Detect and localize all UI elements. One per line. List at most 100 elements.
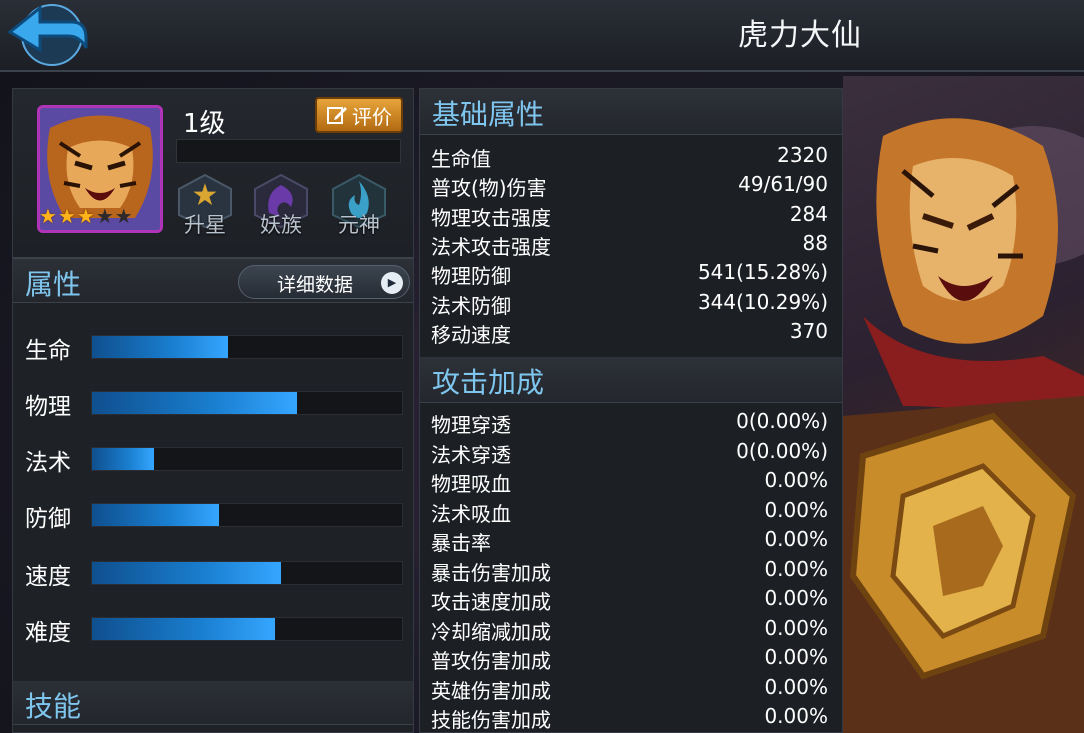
rate-button[interactable]: 评价 bbox=[315, 97, 403, 133]
stat-row: 法术防御 344(10.29%) bbox=[420, 288, 842, 318]
attack-bonus-header: 攻击加成 bbox=[420, 357, 842, 403]
rate-button-label: 评价 bbox=[352, 104, 392, 129]
stat-row: 物理穿透 0(0.00%) bbox=[420, 407, 842, 437]
stat-name: 攻击速度加成 bbox=[431, 590, 551, 614]
svg-text:★: ★ bbox=[192, 178, 219, 213]
attribute-bar bbox=[91, 561, 403, 585]
play-arrow-icon: ▶ bbox=[381, 272, 403, 294]
top-bar: 虎力大仙 bbox=[0, 0, 1084, 72]
edit-icon bbox=[327, 107, 347, 124]
skills-header[interactable]: 技能 bbox=[13, 681, 413, 725]
star-icon: ★ bbox=[57, 204, 76, 228]
hero-card: ★ ★ ★ ★ ★ 1级 评价 ★ 升星 妖族 元神 bbox=[13, 89, 413, 259]
stat-value: 0.00% bbox=[764, 645, 828, 669]
stat-value: 0.00% bbox=[764, 527, 828, 551]
stat-row: 冷却缩减加成 0.00% bbox=[420, 614, 842, 644]
stat-name: 物理吸血 bbox=[431, 472, 511, 496]
stat-row: 法术攻击强度 88 bbox=[420, 229, 842, 259]
attribute-label: 生命 bbox=[25, 338, 71, 364]
left-panel: ★ ★ ★ ★ ★ 1级 评价 ★ 升星 妖族 元神 属性 详细数据 ▶ 生命 … bbox=[12, 88, 414, 733]
spirit-button[interactable]: 元神 bbox=[327, 173, 391, 239]
stat-name: 物理攻击强度 bbox=[431, 205, 551, 230]
stat-name: 生命值 bbox=[431, 147, 491, 171]
star-empty-icon: ★ bbox=[95, 204, 114, 228]
stat-value: 284 bbox=[789, 201, 828, 226]
attribute-bar bbox=[91, 391, 403, 415]
star-empty-icon: ★ bbox=[114, 204, 133, 228]
attribute-bar-fill bbox=[92, 618, 275, 640]
basic-stats-title: 基础属性 bbox=[432, 98, 545, 131]
stat-row: 暴击伤害加成 0.00% bbox=[420, 555, 842, 585]
demon-clan-button[interactable]: 妖族 bbox=[249, 173, 313, 239]
attribute-bar bbox=[91, 503, 403, 527]
attribute-bar-fill bbox=[92, 504, 220, 526]
stat-name: 普攻(物)伤害 bbox=[431, 176, 547, 201]
experience-bar bbox=[176, 139, 401, 163]
stat-value: 0.00% bbox=[764, 556, 828, 581]
stat-row: 攻击速度加成 0.00% bbox=[420, 584, 842, 614]
stat-row: 英雄伤害加成 0.00% bbox=[420, 673, 842, 703]
stat-value: 0.00% bbox=[764, 615, 828, 640]
attribute-bar-fill bbox=[92, 448, 154, 470]
detail-data-button[interactable]: 详细数据 ▶ bbox=[238, 265, 410, 299]
attribute-bar bbox=[91, 335, 403, 359]
stats-panel: 基础属性 生命值 2320 普攻(物)伤害 49/61/90 物理攻击强度 284 法术攻击… bbox=[419, 88, 843, 733]
star-icon: ★ bbox=[39, 204, 57, 228]
stat-value: 0.00% bbox=[764, 674, 828, 699]
attribute-label: 速度 bbox=[25, 564, 71, 590]
stat-row: 法术吸血 0.00% bbox=[420, 496, 842, 526]
stat-name: 暴击率 bbox=[431, 531, 491, 555]
stat-name: 法术吸血 bbox=[431, 501, 511, 526]
attribute-bar bbox=[91, 617, 403, 641]
stat-value: 0.00% bbox=[764, 704, 828, 728]
spirit-label: 元神 bbox=[338, 213, 380, 237]
stat-value: 370 bbox=[789, 318, 828, 343]
stat-name: 技能伤害加成 bbox=[431, 708, 551, 732]
stat-row: 技能伤害加成 0.00% bbox=[420, 702, 842, 732]
attribute-bar-fill bbox=[92, 392, 297, 414]
stat-value: 0.00% bbox=[764, 586, 828, 610]
star-icon: ★ bbox=[76, 204, 95, 228]
attribute-row-magic: 法术 bbox=[13, 437, 413, 477]
stat-row: 暴击率 0.00% bbox=[420, 525, 842, 555]
stat-value: 88 bbox=[802, 230, 828, 255]
detail-data-label: 详细数据 bbox=[277, 274, 354, 296]
hero-name-title: 虎力大仙 bbox=[738, 18, 862, 53]
attribute-row-defense: 防御 bbox=[13, 493, 413, 533]
stat-name: 冷却缩减加成 bbox=[431, 619, 551, 644]
stat-name: 物理防御 bbox=[431, 264, 511, 289]
attribute-label: 难度 bbox=[25, 620, 71, 646]
stat-value: 344(10.29%) bbox=[697, 289, 828, 314]
stat-row: 生命值 2320 bbox=[420, 141, 842, 171]
attribute-bar-fill bbox=[92, 336, 229, 358]
stat-row: 物理攻击强度 284 bbox=[420, 200, 842, 230]
stat-row: 普攻伤害加成 0.00% bbox=[420, 643, 842, 673]
back-arrow-icon bbox=[7, 4, 88, 66]
attribute-bar-fill bbox=[92, 562, 282, 584]
star-rating: ★ ★ ★ ★ ★ bbox=[39, 205, 133, 227]
star-upgrade-button[interactable]: ★ 升星 bbox=[173, 173, 237, 239]
stat-name: 法术攻击强度 bbox=[431, 234, 551, 259]
attribute-row-physical: 物理 bbox=[13, 381, 413, 421]
attribute-label: 物理 bbox=[25, 394, 71, 420]
stat-name: 法术穿透 bbox=[431, 442, 511, 467]
stat-row: 物理吸血 0.00% bbox=[420, 466, 842, 496]
attributes-header: 属性 详细数据 ▶ bbox=[13, 259, 413, 303]
stat-value: 0(0.00%) bbox=[736, 438, 828, 463]
stat-value: 0.00% bbox=[764, 497, 828, 522]
stat-name: 英雄伤害加成 bbox=[431, 678, 551, 703]
stat-row: 物理防御 541(15.28%) bbox=[420, 258, 842, 289]
attribute-bar bbox=[91, 447, 403, 471]
stat-name: 普攻伤害加成 bbox=[431, 649, 551, 673]
stat-name: 物理穿透 bbox=[431, 413, 511, 437]
stat-value: 0.00% bbox=[764, 468, 828, 492]
stat-value: 49/61/90 bbox=[738, 172, 828, 197]
stat-value: 541(15.28%) bbox=[697, 260, 828, 285]
attributes-title: 属性 bbox=[25, 268, 82, 301]
attack-bonus-title: 攻击加成 bbox=[432, 366, 545, 399]
demon-clan-label: 妖族 bbox=[260, 213, 302, 237]
back-button[interactable] bbox=[6, 2, 90, 68]
stat-name: 暴击伤害加成 bbox=[431, 560, 551, 585]
stat-value: 0(0.00%) bbox=[736, 409, 828, 433]
attribute-row-difficulty: 难度 bbox=[13, 607, 413, 647]
